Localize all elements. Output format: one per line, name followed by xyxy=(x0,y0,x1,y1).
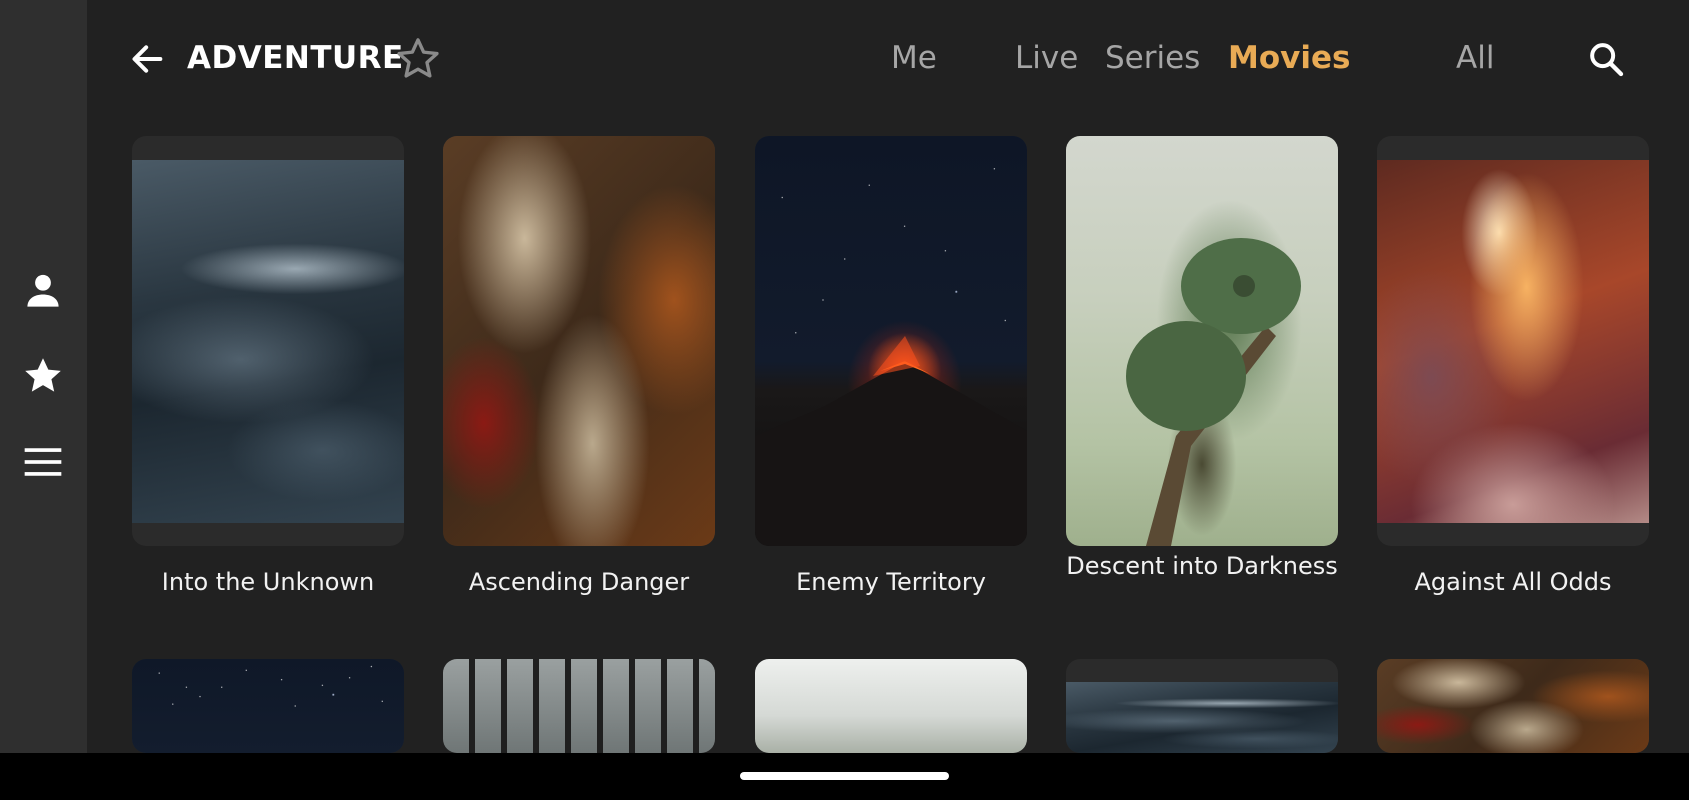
star-icon xyxy=(25,358,61,392)
movie-poster xyxy=(1066,659,1338,753)
search-button[interactable] xyxy=(1581,34,1631,84)
movie-card[interactable]: Into the Unknown xyxy=(132,136,404,596)
movie-card[interactable]: Ascending Danger xyxy=(443,136,715,596)
movie-title: Ascending Danger xyxy=(468,568,690,596)
tab-live[interactable]: Live xyxy=(1015,36,1078,80)
arrow-left-icon xyxy=(132,45,163,73)
movie-card[interactable] xyxy=(1066,659,1338,753)
tab-movies[interactable]: Movies xyxy=(1228,36,1350,80)
side-rail xyxy=(0,0,87,753)
movie-title: Enemy Territory xyxy=(796,568,986,596)
home-indicator[interactable] xyxy=(740,772,949,780)
movie-card[interactable]: Enemy Territory xyxy=(755,136,1027,596)
tab-me[interactable]: Me xyxy=(891,36,937,80)
system-navigation-bar xyxy=(0,753,1689,800)
movie-poster xyxy=(132,659,404,753)
movie-poster xyxy=(443,659,715,753)
person-icon xyxy=(27,274,59,307)
movie-card[interactable] xyxy=(1377,659,1649,753)
movie-poster xyxy=(755,659,1027,753)
movie-poster xyxy=(132,136,404,546)
movie-title: Against All Odds xyxy=(1414,568,1612,596)
movie-poster xyxy=(1377,659,1649,753)
menu-icon xyxy=(24,448,62,476)
favorites-button[interactable] xyxy=(15,348,71,404)
top-bar: ADVENTURE Me Live Series Movies All xyxy=(87,0,1689,118)
movie-poster xyxy=(1066,136,1338,546)
movie-card[interactable]: Descent into Darkness xyxy=(1066,136,1338,580)
movie-card[interactable] xyxy=(443,659,715,753)
favorite-category-button[interactable] xyxy=(391,32,445,86)
movie-poster xyxy=(755,136,1027,546)
page-title: ADVENTURE xyxy=(187,40,404,76)
movie-title: Into the Unknown xyxy=(161,568,375,596)
tab-series[interactable]: Series xyxy=(1105,36,1200,80)
menu-button[interactable] xyxy=(15,434,71,490)
star-outline-icon xyxy=(397,38,439,78)
search-icon xyxy=(1590,43,1624,77)
tab-all[interactable]: All xyxy=(1456,36,1494,80)
movie-poster xyxy=(1377,136,1649,546)
movie-poster xyxy=(443,136,715,546)
movie-title: Descent into Darkness xyxy=(1066,552,1338,580)
app-root: ADVENTURE Me Live Series Movies All Into… xyxy=(0,0,1689,800)
movie-card[interactable] xyxy=(132,659,404,753)
back-button[interactable] xyxy=(122,34,172,84)
profile-button[interactable] xyxy=(15,263,71,319)
movie-card[interactable] xyxy=(755,659,1027,753)
movie-card[interactable]: Against All Odds xyxy=(1377,136,1649,596)
